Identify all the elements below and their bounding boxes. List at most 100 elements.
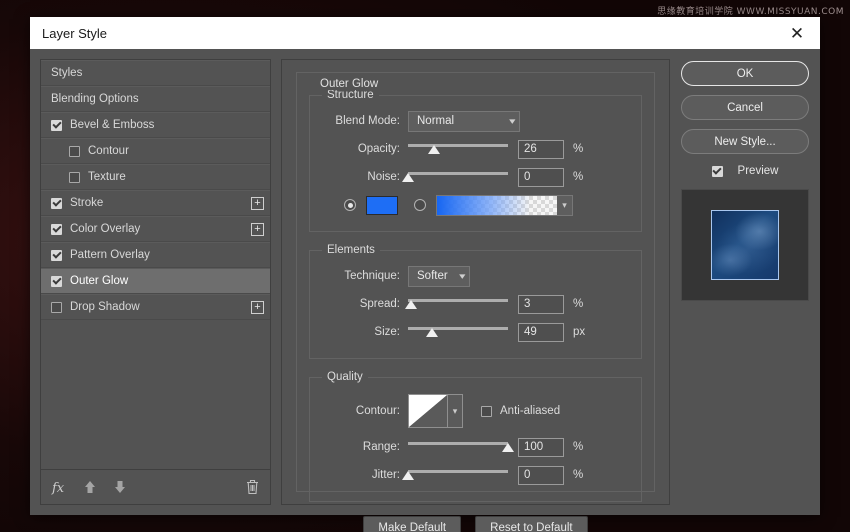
dialog-title: Layer Style [42,26,782,41]
spread-slider[interactable] [408,296,508,312]
fx-icon[interactable]: fx [51,479,67,495]
new-style-button[interactable]: New Style... [681,129,809,154]
quality-legend: Quality [322,371,368,383]
gradient-picker[interactable]: ▾ [436,195,573,216]
style-label: Drop Shadow [70,301,251,313]
noise-input[interactable]: 0 [518,168,564,187]
noise-slider[interactable] [408,169,508,185]
preview-artwork [711,210,779,280]
svg-text:fx: fx [51,481,65,495]
add-drop-shadow-icon[interactable]: + [251,301,264,314]
outer-glow-group: Outer Glow Structure Blend Mode: Normal … [296,72,655,492]
style-label: Stroke [70,197,251,209]
style-row-bevel-emboss[interactable]: Bevel & Emboss [41,112,270,138]
opacity-label: Opacity: [322,143,400,155]
spread-row: Spread: 3 % [322,292,629,316]
style-label: Styles [51,67,264,79]
checkbox-anti-aliased[interactable] [481,406,492,417]
checkbox-contour[interactable] [69,146,80,157]
make-default-button[interactable]: Make Default [363,516,461,532]
style-row-pattern-overlay[interactable]: Pattern Overlay [41,242,270,268]
options-panel: Outer Glow Structure Blend Mode: Normal … [281,59,670,505]
style-row-drop-shadow[interactable]: Drop Shadow + [41,294,270,320]
style-label: Pattern Overlay [70,249,264,261]
range-row: Range: 100 % [322,435,629,459]
cancel-button[interactable]: Cancel [681,95,809,120]
trash-icon[interactable] [245,479,260,495]
style-row-texture[interactable]: Texture [41,164,270,190]
checkbox-color-overlay[interactable] [51,224,62,235]
dialog-body: Styles Blending Options Bevel & Emboss C… [30,49,820,515]
chevron-down-icon[interactable]: ▾ [448,394,463,428]
opacity-slider[interactable] [408,141,508,157]
watermark-text: 思缘教育培训学院 WWW.MISSYUAN.COM [657,4,844,17]
add-stroke-icon[interactable]: + [251,197,264,210]
reset-to-default-button[interactable]: Reset to Default [475,516,587,532]
blend-mode-value: Normal [417,115,500,127]
radio-solid-color[interactable] [344,199,356,211]
style-row-color-overlay[interactable]: Color Overlay + [41,216,270,242]
jitter-input[interactable]: 0 [518,466,564,485]
technique-select[interactable]: Softer ▾ [408,266,470,287]
technique-row: Technique: Softer ▾ [322,264,629,288]
noise-unit: % [573,171,583,183]
style-row-contour[interactable]: Contour [41,138,270,164]
range-slider[interactable] [408,439,508,455]
slider-track [408,470,508,473]
radio-gradient[interactable] [414,199,426,211]
styles-list[interactable]: Styles Blending Options Bevel & Emboss C… [41,60,270,470]
checkbox-outer-glow[interactable] [51,276,62,287]
size-row: Size: 49 px [322,320,629,344]
slider-thumb[interactable] [405,300,417,309]
chevron-down-icon[interactable]: ▾ [557,196,572,215]
range-label: Range: [322,441,400,453]
range-input[interactable]: 100 [518,438,564,457]
styles-panel: Styles Blending Options Bevel & Emboss C… [40,59,271,505]
structure-legend: Structure [322,89,379,101]
jitter-slider[interactable] [408,467,508,483]
glow-color-swatch[interactable] [366,196,398,215]
spread-input[interactable]: 3 [518,295,564,314]
close-icon[interactable]: ✕ [782,20,812,46]
contour-label: Contour: [322,405,400,417]
style-row-blending-options[interactable]: Blending Options [41,86,270,112]
style-row-styles[interactable]: Styles [41,60,270,86]
checkbox-bevel-emboss[interactable] [51,120,62,131]
slider-thumb[interactable] [428,145,440,154]
checkbox-pattern-overlay[interactable] [51,250,62,261]
preview-label: Preview [738,165,779,177]
add-color-overlay-icon[interactable]: + [251,223,264,236]
preview-thumbnail [681,189,809,301]
slider-thumb[interactable] [502,443,514,452]
arrow-up-icon[interactable] [83,480,97,494]
size-input[interactable]: 49 [518,323,564,342]
spread-label: Spread: [322,298,400,310]
blend-mode-select[interactable]: Normal ▾ [408,111,520,132]
slider-thumb[interactable] [402,471,414,480]
elements-group: Elements Technique: Softer ▾ Spread: [309,244,642,359]
chevron-down-icon: ▾ [510,116,516,127]
slider-thumb[interactable] [402,173,414,182]
style-label: Blending Options [51,93,264,105]
checkbox-texture[interactable] [69,172,80,183]
contour-preview[interactable] [408,394,448,428]
technique-label: Technique: [322,270,400,282]
contour-row: Contour: ▾ Anti-aliased [322,391,629,431]
style-row-outer-glow[interactable]: Outer Glow [41,268,270,294]
checkbox-stroke[interactable] [51,198,62,209]
size-slider[interactable] [408,324,508,340]
arrow-down-icon[interactable] [113,480,127,494]
checkbox-drop-shadow[interactable] [51,302,62,313]
anti-aliased-toggle[interactable]: Anti-aliased [481,405,560,417]
right-panel: OK Cancel New Style... Preview [680,59,810,505]
slider-thumb[interactable] [426,328,438,337]
ok-button[interactable]: OK [681,61,809,86]
section-title: Outer Glow [315,78,383,90]
preview-toggle[interactable]: Preview [712,165,779,177]
opacity-input[interactable]: 26 [518,140,564,159]
blend-mode-label: Blend Mode: [322,115,400,127]
style-row-stroke[interactable]: Stroke + [41,190,270,216]
checkbox-preview[interactable] [712,166,723,177]
anti-aliased-label: Anti-aliased [500,405,560,417]
quality-group: Quality Contour: ▾ Anti-aliased Range: [309,371,642,502]
